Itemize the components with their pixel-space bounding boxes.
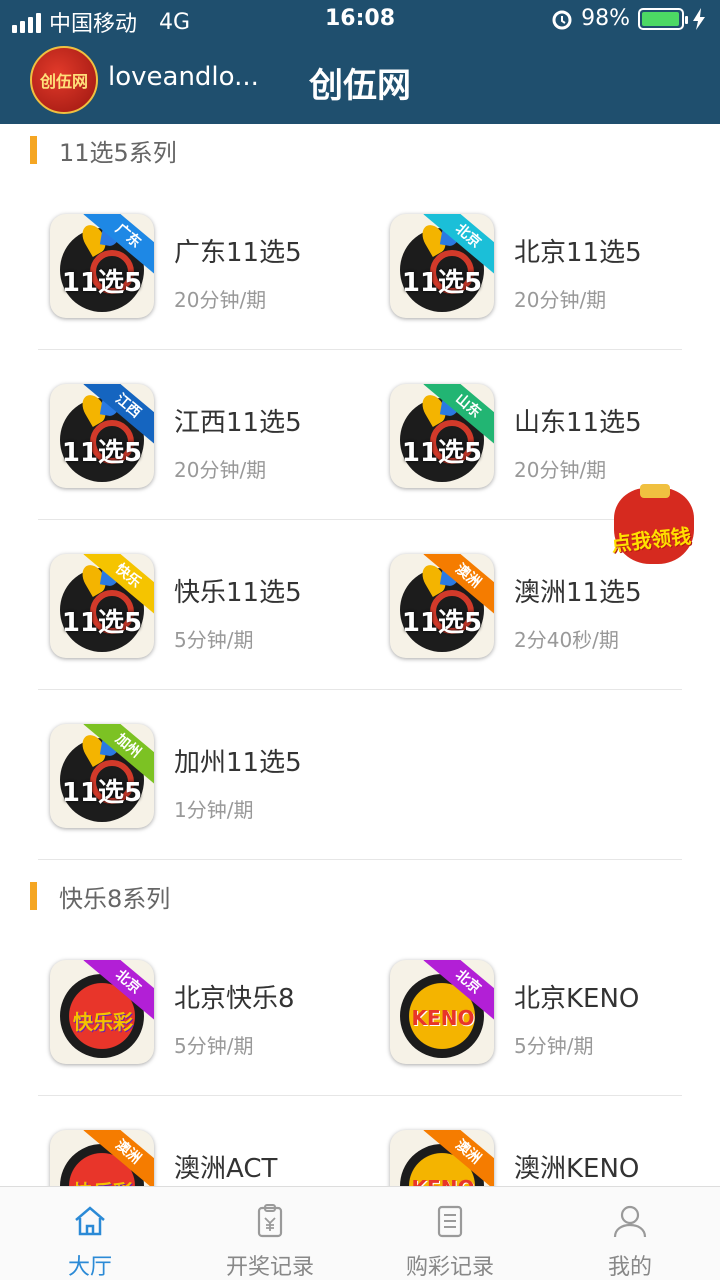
document-list-icon bbox=[437, 1205, 463, 1238]
red-envelope-promo-button[interactable]: 点我领钱 bbox=[596, 484, 706, 574]
lottery-item[interactable]: 11选5 加州 加州11选5 1分钟/期 bbox=[38, 690, 358, 860]
lottery-row: 快乐彩澳洲澳洲ACT KENO澳洲澳洲KENO bbox=[38, 1096, 682, 1186]
lottery-logo-icon: 11选5 澳洲 bbox=[390, 554, 494, 658]
promo-label: 点我领钱 bbox=[610, 523, 693, 557]
lottery-period: 20分钟/期 bbox=[174, 458, 267, 482]
lottery-period: 2分40秒/期 bbox=[514, 628, 619, 652]
lottery-name: 北京11选5 bbox=[514, 238, 642, 268]
icon-text: 11选5 bbox=[61, 778, 143, 808]
top-nav-bar: 创伍网 loveandlo... 创伍网 bbox=[0, 40, 720, 124]
tab-orders[interactable]: 购彩记录 bbox=[360, 1187, 540, 1281]
lottery-row: 11选5 广东 广东11选5 20分钟/期 11选5 北京 北京11选5 20分钟/期 bbox=[38, 180, 682, 350]
lottery-item[interactable]: KENO 北京 北京KENO 5分钟/期 bbox=[378, 926, 698, 1096]
icon-text: 快乐彩 bbox=[73, 1010, 133, 1034]
tab-label: 开奖记录 bbox=[225, 1255, 314, 1280]
lottery-name: 澳洲KENO bbox=[514, 1154, 640, 1184]
tab-mine[interactable]: 我的 bbox=[540, 1187, 720, 1281]
tab-label: 大厅 bbox=[67, 1255, 112, 1280]
lottery-period: 20分钟/期 bbox=[514, 458, 607, 482]
lottery-item[interactable]: 11选5 快乐 快乐11选5 5分钟/期 bbox=[38, 520, 358, 690]
icon-text: 快乐彩 bbox=[58, 1176, 148, 1186]
lottery-name: 澳洲11选5 bbox=[514, 578, 642, 608]
lottery-logo-icon: 11选5 北京 bbox=[390, 214, 494, 318]
bottom-tab-bar: 大厅 开奖记录 购彩记录 我的 bbox=[0, 1186, 720, 1280]
tab-label: 购彩记录 bbox=[405, 1255, 494, 1280]
tab-results[interactable]: 开奖记录 bbox=[180, 1187, 360, 1281]
lottery-row: 11选5 快乐 快乐11选5 5分钟/期 11选5 澳洲 澳洲11选5 2分40秒/期 bbox=[38, 520, 682, 690]
lottery-item[interactable]: 快乐彩澳洲澳洲ACT bbox=[38, 1096, 358, 1186]
bag-knot bbox=[640, 484, 670, 498]
lottery-logo-icon: KENO 北京 bbox=[390, 960, 494, 1064]
lottery-name: 山东11选5 bbox=[514, 408, 642, 438]
lottery-period: 20分钟/期 bbox=[174, 288, 267, 312]
icon-text: 11选5 bbox=[401, 608, 483, 638]
status-right: 98% bbox=[551, 6, 706, 31]
lottery-item[interactable]: 快乐彩 北京 北京快乐8 5分钟/期 bbox=[38, 926, 358, 1096]
lottery-name: 江西11选5 bbox=[174, 408, 302, 438]
lottery-logo-icon: 11选5 加州 bbox=[50, 724, 154, 828]
section-accent-bar bbox=[30, 882, 37, 910]
status-bar: 中国移动 4G 16:08 98% bbox=[0, 0, 720, 40]
icon-text: 11选5 bbox=[61, 608, 143, 638]
battery-icon bbox=[638, 7, 688, 30]
alarm-icon bbox=[552, 10, 572, 29]
battery-fill bbox=[642, 11, 680, 26]
battery-percent: 98% bbox=[581, 6, 630, 31]
lottery-logo-icon: 11选5 山东 bbox=[390, 384, 494, 488]
lottery-item[interactable]: 11选5 江西 江西11选5 20分钟/期 bbox=[38, 350, 358, 520]
lottery-logo-icon: KENO澳洲 bbox=[390, 1130, 494, 1186]
section-title: 11选5系列 bbox=[59, 138, 177, 167]
lottery-row: 快乐彩 北京 北京快乐8 5分钟/期 KENO 北京 北京KENO 5分钟/期 bbox=[38, 926, 682, 1096]
icon-text: 11选5 bbox=[61, 268, 143, 298]
lottery-period: 1分钟/期 bbox=[174, 798, 254, 822]
lottery-list: 11选5系列 11选5 广东 广东11选5 20分钟/期 11选5 北京 北京11选5 20分钟… bbox=[0, 124, 720, 1186]
lottery-row: 11选5 加州 加州11选5 1分钟/期 bbox=[38, 690, 682, 860]
clipboard-yen-icon bbox=[257, 1204, 283, 1238]
lottery-period: 5分钟/期 bbox=[514, 1034, 594, 1058]
icon-text: 11选5 bbox=[401, 268, 483, 298]
lottery-name: 加州11选5 bbox=[174, 748, 302, 778]
section-accent-bar bbox=[30, 136, 37, 164]
icon-text: KENO bbox=[398, 1176, 488, 1186]
tab-lobby[interactable]: 大厅 bbox=[0, 1187, 180, 1281]
lottery-period: 20分钟/期 bbox=[514, 288, 607, 312]
section-header: 11选5系列 bbox=[0, 124, 720, 176]
section-header: 快乐8系列 bbox=[0, 870, 720, 922]
page-title: 创伍网 bbox=[309, 66, 411, 106]
lottery-logo-icon: 快乐彩 北京 bbox=[50, 960, 154, 1064]
icon-text: 11选5 bbox=[61, 438, 143, 468]
lottery-name: 广东11选5 bbox=[174, 238, 302, 268]
lottery-item[interactable]: 11选5 广东 广东11选5 20分钟/期 bbox=[38, 180, 358, 350]
lottery-item[interactable]: KENO澳洲澳洲KENO bbox=[378, 1096, 698, 1186]
user-icon bbox=[613, 1205, 647, 1238]
lottery-name: 快乐11选5 bbox=[174, 578, 302, 608]
lottery-name: 北京KENO bbox=[514, 984, 640, 1014]
lottery-period: 5分钟/期 bbox=[174, 1034, 254, 1058]
section-title: 快乐8系列 bbox=[59, 884, 171, 913]
home-icon bbox=[75, 1206, 105, 1236]
charging-icon bbox=[693, 7, 705, 30]
lottery-logo-icon: 11选5 广东 bbox=[50, 214, 154, 318]
icon-text: 11选5 bbox=[401, 438, 483, 468]
lottery-logo-icon: 快乐彩澳洲 bbox=[50, 1130, 154, 1186]
lottery-name: 北京快乐8 bbox=[174, 984, 295, 1014]
lottery-logo-icon: 11选5 江西 bbox=[50, 384, 154, 488]
lottery-logo-icon: 11选5 快乐 bbox=[50, 554, 154, 658]
lottery-row: 11选5 江西 江西11选5 20分钟/期 11选5 山东 山东11选5 20分钟/期 bbox=[38, 350, 682, 520]
lottery-item[interactable]: 11选5 北京 北京11选5 20分钟/期 bbox=[378, 180, 698, 350]
lottery-period: 5分钟/期 bbox=[174, 628, 254, 652]
tab-label: 我的 bbox=[607, 1255, 652, 1280]
lottery-name: 澳洲ACT bbox=[174, 1154, 278, 1184]
icon-text: KENO bbox=[411, 1006, 475, 1030]
